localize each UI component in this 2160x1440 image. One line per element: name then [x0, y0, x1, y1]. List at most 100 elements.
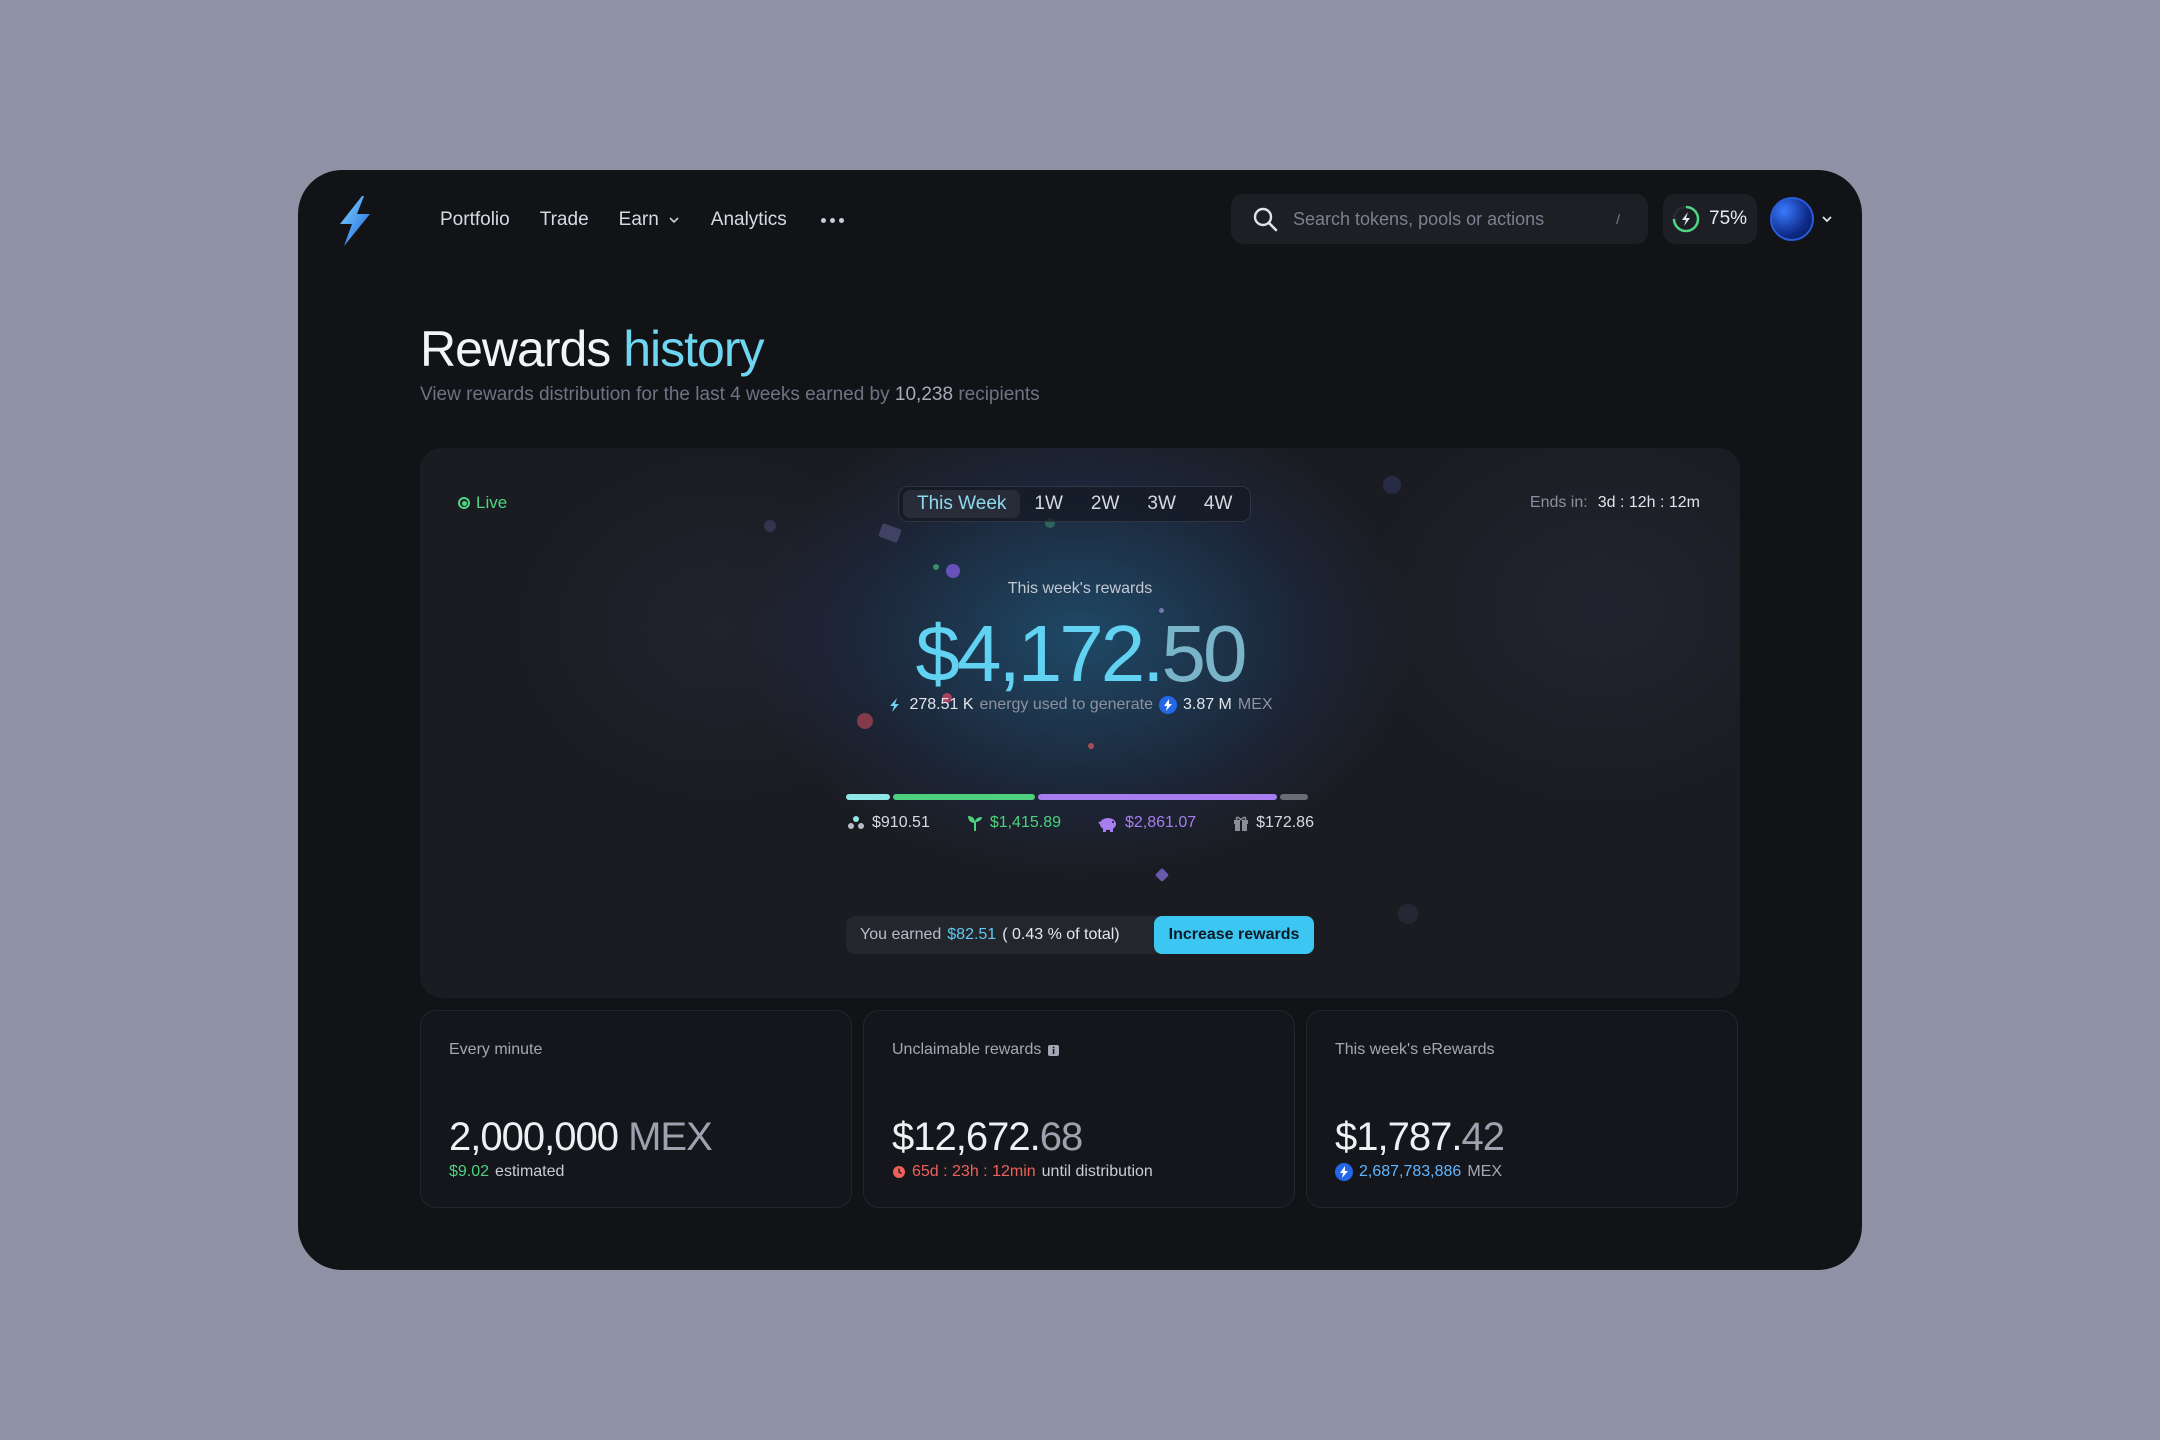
card-sub: $9.02 estimated — [449, 1163, 564, 1181]
mex-token-icon — [1158, 696, 1177, 714]
account-menu[interactable] — [1770, 194, 1836, 244]
legend-value-staking: $2,861.07 — [1124, 814, 1197, 831]
legend-value-pool: $910.51 — [872, 814, 930, 831]
stat-card-every-minute: Every minute 2,000,000 MEX $9.02 estimat… — [420, 1010, 852, 1208]
card-sub: 65d : 23h : 12min until distribution — [892, 1163, 1153, 1181]
info-icon[interactable] — [1047, 1044, 1060, 1057]
energy-used-value: 278.51 K — [909, 696, 974, 713]
card-label: Unclaimable rewards — [892, 1041, 1060, 1059]
app-window: Portfolio Trade Earn Analytics / 75% Rew… — [298, 170, 1862, 1270]
mex-unit: MEX — [1237, 696, 1273, 713]
card-label-text: This week's eRewards — [1335, 1041, 1495, 1058]
confetti-dot — [764, 520, 776, 532]
distribution-segment — [1038, 794, 1277, 800]
tab-1w[interactable]: 1W — [1020, 490, 1077, 518]
rewards-amount-cents: 50 — [1161, 609, 1247, 698]
card-value-main: $12,672. — [892, 1115, 1041, 1159]
mex-token-icon — [1335, 1163, 1353, 1181]
legend-value-farm: $1,415.89 — [989, 814, 1061, 831]
earned-summary: You earned $82.51 ( 0.43 % of total) Inc… — [846, 916, 1314, 954]
tab-3w[interactable]: 3W — [1133, 490, 1190, 518]
rewards-hero-panel: Live This Week 1W 2W 3W 4W Ends in: 3d :… — [420, 448, 1740, 998]
card-value: 2,000,000 MEX — [449, 1115, 713, 1160]
energy-value: 75% — [1709, 208, 1748, 229]
nav-earn[interactable]: Earn — [619, 209, 681, 231]
rewards-label: This week's rewards — [1007, 580, 1153, 597]
legend-item-other: $172.86 — [1232, 814, 1314, 832]
clock-icon — [893, 1166, 905, 1178]
nav-trade-label: Trade — [539, 209, 589, 230]
card-value-cents: 42 — [1461, 1115, 1504, 1159]
live-label: Live — [476, 493, 508, 512]
confetti-dot — [933, 564, 939, 570]
rewards-amount: $4,172.50 — [420, 608, 1740, 700]
card-value-unit: MEX — [617, 1115, 713, 1159]
subtitle-pre: View rewards distribution for the last 4… — [420, 384, 890, 405]
distribution-legend: $910.51 $1,415.89 $2,861.07 $172.86 — [846, 814, 1314, 832]
page-subtitle: View rewards distribution for the last 4… — [420, 384, 1040, 406]
tab-4w[interactable]: 4W — [1190, 490, 1247, 518]
earned-amount: $82.51 — [947, 926, 997, 943]
distribution-segment — [893, 794, 1035, 800]
card-label: This week's eRewards — [1335, 1041, 1495, 1059]
card-sub-highlight: $9.02 — [449, 1163, 490, 1180]
energy-ring-icon — [1672, 205, 1700, 233]
mex-amount: 3.87 M — [1182, 696, 1232, 713]
card-sub-text: until distribution — [1041, 1163, 1153, 1180]
nav-portfolio[interactable]: Portfolio — [440, 209, 510, 231]
card-sub-highlight: 2,687,783,886 — [1359, 1163, 1462, 1180]
search-input[interactable] — [1291, 207, 1615, 231]
stat-card-erewards: This week's eRewards $1,787.42 2,687,783… — [1306, 1010, 1738, 1208]
live-indicator: Live — [458, 493, 507, 513]
nav-portfolio-label: Portfolio — [440, 209, 510, 230]
nav-analytics[interactable]: Analytics — [711, 209, 787, 231]
period-tabs: This Week 1W 2W 3W 4W — [898, 486, 1252, 522]
avatar — [1770, 197, 1814, 241]
ends-time: 3d : 12h : 12m — [1597, 494, 1700, 511]
piggy-bank-icon — [1098, 818, 1116, 832]
legend-item-staking: $2,861.07 — [1097, 814, 1196, 832]
pool-icon — [848, 816, 864, 829]
confetti-dot — [1088, 743, 1094, 749]
earned-label: You earned — [860, 926, 942, 943]
sprout-icon — [967, 816, 982, 831]
search-icon — [1253, 207, 1278, 232]
live-dot-icon — [458, 497, 470, 509]
rewards-amount-main: $4,172. — [915, 609, 1165, 698]
energy-indicator[interactable]: 75% — [1663, 194, 1757, 244]
search-bar[interactable]: / — [1231, 194, 1648, 244]
card-label-text: Unclaimable rewards — [892, 1041, 1042, 1058]
page-title-accent: history — [623, 321, 764, 377]
distribution-bar — [846, 794, 1314, 800]
card-sub: 2,687,783,886 MEX — [1335, 1163, 1502, 1181]
card-value-main: 2,000,000 — [449, 1115, 619, 1159]
subtitle-count: 10,238 — [894, 384, 954, 405]
energy-summary: 278.51 K energy used to generate 3.87 M … — [420, 696, 1740, 714]
tab-this-week[interactable]: This Week — [903, 490, 1021, 518]
increase-rewards-button[interactable]: Increase rewards — [1154, 916, 1314, 954]
card-value-cents: 68 — [1039, 1115, 1083, 1159]
distribution-segment — [1280, 794, 1308, 800]
ellipsis-icon[interactable] — [817, 217, 848, 223]
card-sub-text: MEX — [1467, 1163, 1502, 1180]
page-title: Rewards history — [420, 320, 764, 378]
earned-share: ( 0.43 % of total) — [1002, 926, 1120, 943]
confetti-dot — [946, 564, 960, 578]
page-title-main: Rewards — [420, 321, 611, 377]
chevron-down-icon — [669, 217, 679, 224]
app-logo[interactable] — [332, 194, 376, 248]
stat-card-unclaimable: Unclaimable rewards $12,672.68 65d : 23h… — [863, 1010, 1295, 1208]
legend-item-farm: $1,415.89 — [966, 814, 1061, 832]
card-value: $12,672.68 — [892, 1115, 1083, 1160]
confetti-dot — [857, 713, 873, 729]
nav-trade[interactable]: Trade — [540, 209, 589, 231]
nav-earn-label: Earn — [618, 209, 659, 230]
distribution-segment — [846, 794, 890, 800]
confetti-dot — [1398, 904, 1418, 924]
earned-text: You earned $82.51 ( 0.43 % of total) — [860, 926, 1120, 944]
countdown: Ends in: 3d : 12h : 12m — [1530, 494, 1700, 512]
bolt-icon — [890, 698, 900, 712]
tab-2w[interactable]: 2W — [1077, 490, 1134, 518]
main-nav: Portfolio Trade Earn Analytics — [440, 200, 848, 240]
nav-analytics-label: Analytics — [710, 209, 787, 230]
